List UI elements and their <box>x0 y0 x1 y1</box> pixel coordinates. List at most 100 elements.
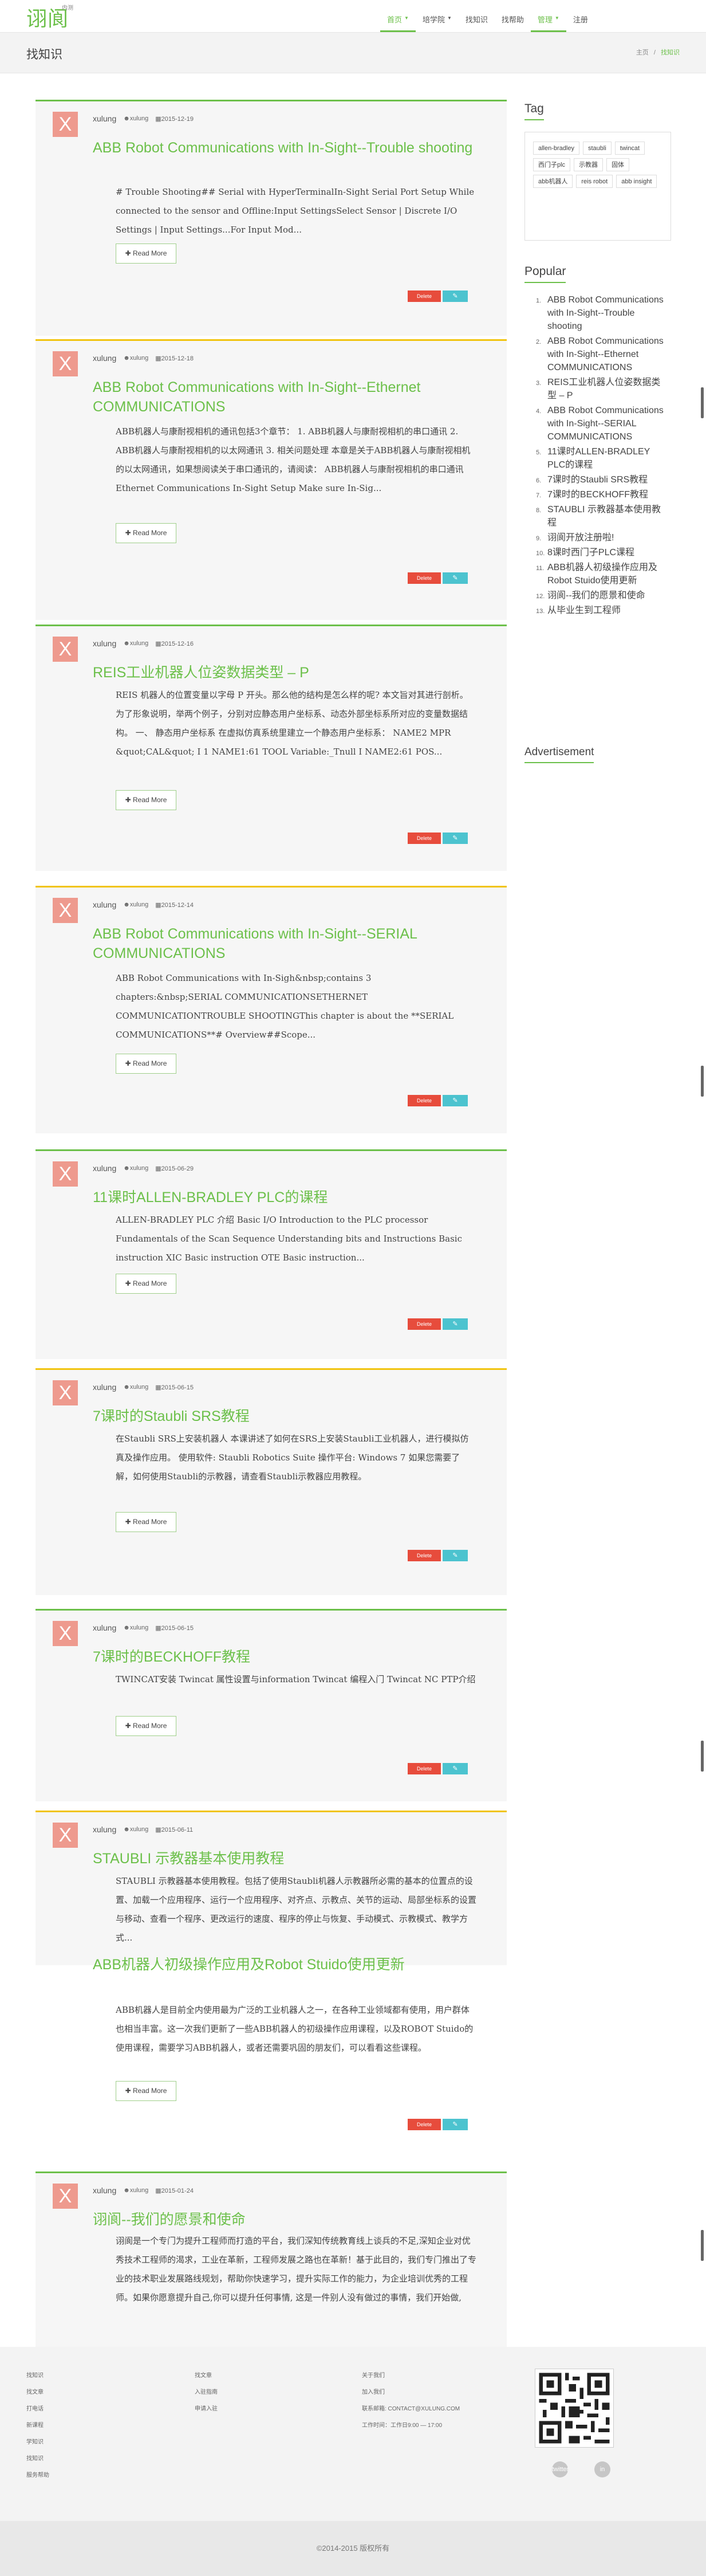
popular-item[interactable]: 9. 诩阆开放注册啦! <box>536 531 668 544</box>
popular-link[interactable]: 8课时西门子PLC课程 <box>547 548 634 557</box>
popular-link[interactable]: REIS工业机器人位姿数据类型 – P <box>547 378 660 400</box>
popular-item[interactable]: 2. ABB Robot Communications with In-Sight… <box>536 335 668 374</box>
author-avatar[interactable]: X <box>53 1380 78 1405</box>
nav-item[interactable]: 管理 ▼ <box>530 10 566 32</box>
delete-button[interactable]: Delete <box>408 833 441 844</box>
edit-button[interactable]: ✎ <box>443 1095 468 1106</box>
author-name[interactable]: xulung <box>93 2186 116 2195</box>
edit-button[interactable]: ✎ <box>443 2119 468 2130</box>
popular-item[interactable]: 12. 诩阆--我们的愿景和使命 <box>536 589 668 602</box>
delete-button[interactable]: Delete <box>408 1095 441 1106</box>
footer-link[interactable]: 加入我们 <box>362 2384 460 2401</box>
footer-link[interactable]: 找文章 <box>26 2384 49 2401</box>
author-avatar[interactable]: X <box>53 1621 78 1646</box>
post-title[interactable]: ABB Robot Communications with In-Sight--… <box>93 138 488 158</box>
footer-link[interactable]: 找文章 <box>195 2367 218 2384</box>
delete-button[interactable]: Delete <box>408 1318 441 1330</box>
post-title[interactable]: 7课时的BECKHOFF教程 <box>93 1647 488 1667</box>
footer-link[interactable]: 入驻指南 <box>195 2384 218 2401</box>
popular-link[interactable]: ABB Robot Communications with In-Sight--… <box>547 336 664 372</box>
tag-chip[interactable]: reis robot <box>576 175 613 188</box>
read-more-button[interactable]: ✚ Read More <box>116 2081 176 2101</box>
footer-link[interactable]: 找知识 <box>26 2451 49 2467</box>
tag-chip[interactable]: staubli <box>582 142 612 155</box>
popular-item[interactable]: 11. ABB机器人初级操作应用及Robot Stuido使用更新 <box>536 561 668 587</box>
post-title[interactable]: STAUBLI 示教器基本使用教程 <box>93 1849 488 1868</box>
breadcrumb-home[interactable]: 主页 <box>636 49 649 56</box>
author-tag[interactable]: ☻xulung <box>123 115 148 122</box>
author-tag[interactable]: ☻xulung <box>123 355 148 362</box>
tag-chip[interactable]: abb insight <box>616 175 657 188</box>
nav-item[interactable]: 找知识 <box>459 10 495 32</box>
edit-button[interactable]: ✎ <box>443 1318 468 1330</box>
author-name[interactable]: xulung <box>93 1383 116 1392</box>
popular-item[interactable]: 1. ABB Robot Communications with In-Sight… <box>536 293 668 333</box>
author-tag[interactable]: ☻xulung <box>123 1624 148 1631</box>
tag-chip[interactable]: 西门子plc <box>533 158 571 171</box>
post-title[interactable]: REIS工业机器人位姿数据类型 – P <box>93 663 488 682</box>
delete-button[interactable]: Delete <box>408 290 441 302</box>
popular-item[interactable]: 4. ABB Robot Communications with In-Sight… <box>536 404 668 443</box>
post-title[interactable]: 诩阆--我们的愿景和使命 <box>93 2210 488 2229</box>
delete-button[interactable]: Delete <box>408 1550 441 1561</box>
author-avatar[interactable]: X <box>53 351 78 376</box>
footer-link[interactable]: 关于我们 <box>362 2367 460 2384</box>
popular-link[interactable]: 7课时的BECKHOFF教程 <box>547 490 648 500</box>
author-avatar[interactable]: X <box>53 898 78 923</box>
author-avatar[interactable]: X <box>53 637 78 662</box>
author-tag[interactable]: ☻xulung <box>123 1165 148 1172</box>
author-name[interactable]: xulung <box>93 1164 116 1173</box>
delete-button[interactable]: Delete <box>408 572 441 584</box>
footer-link[interactable]: 新课程 <box>26 2417 49 2434</box>
popular-link[interactable]: ABB Robot Communications with In-Sight--… <box>547 295 664 331</box>
edit-button[interactable]: ✎ <box>443 833 468 844</box>
read-more-button[interactable]: ✚ Read More <box>116 1274 176 1294</box>
author-name[interactable]: xulung <box>93 900 116 909</box>
nav-item[interactable]: 找帮助 <box>495 10 531 32</box>
footer-link[interactable]: 找知识 <box>26 2367 49 2384</box>
popular-item[interactable]: 13. 从毕业生到工程师 <box>536 604 668 617</box>
delete-button[interactable]: Delete <box>408 1763 441 1774</box>
tag-chip[interactable]: abb机器人 <box>533 175 573 188</box>
delete-button[interactable]: Delete <box>408 2119 441 2130</box>
read-more-button[interactable]: ✚ Read More <box>116 790 176 810</box>
popular-link[interactable]: 11课时ALLEN-BRADLEY PLC的课程 <box>547 447 650 470</box>
tag-chip[interactable]: 固体 <box>606 158 630 171</box>
popular-link[interactable]: ABB Robot Communications with In-Sight--… <box>547 406 664 442</box>
read-more-button[interactable]: ✚ Read More <box>116 244 176 264</box>
footer-link[interactable]: 打电话 <box>26 2401 49 2417</box>
footer-link[interactable]: 学知识 <box>26 2434 49 2451</box>
author-name[interactable]: xulung <box>93 639 116 648</box>
author-name[interactable]: xulung <box>93 1623 116 1632</box>
nav-item[interactable]: 培学院 ▼ <box>416 10 459 32</box>
popular-item[interactable]: 5. 11课时ALLEN-BRADLEY PLC的课程 <box>536 445 668 472</box>
popular-link[interactable]: 诩阆开放注册啦! <box>547 533 614 543</box>
popular-item[interactable]: 3. REIS工业机器人位姿数据类型 – P <box>536 376 668 402</box>
read-more-button[interactable]: ✚ Read More <box>116 523 176 543</box>
read-more-button[interactable]: ✚ Read More <box>116 1512 176 1532</box>
read-more-button[interactable]: ✚ Read More <box>116 1716 176 1736</box>
author-tag[interactable]: ☻xulung <box>123 901 148 908</box>
author-name[interactable]: xulung <box>93 354 116 363</box>
author-tag[interactable]: ☻xulung <box>123 1826 148 1833</box>
post-title[interactable]: 11课时ALLEN-BRADLEY PLC的课程 <box>93 1188 488 1207</box>
author-tag[interactable]: ☻xulung <box>123 1384 148 1391</box>
tag-chip[interactable]: allen-bradley <box>533 142 579 155</box>
author-tag[interactable]: ☻xulung <box>123 2187 148 2194</box>
edit-button[interactable]: ✎ <box>443 1763 468 1774</box>
edit-button[interactable]: ✎ <box>443 1550 468 1561</box>
popular-item[interactable]: 6. 7课时的Staubli SRS教程 <box>536 473 668 486</box>
post-title[interactable]: ABB Robot Communications with In-Sight--… <box>93 378 488 417</box>
popular-link[interactable]: STAUBLI 示教器基本使用教程 <box>547 505 661 528</box>
post-title[interactable]: ABB机器人初级操作应用及Robot Stuido使用更新 <box>93 1955 488 1974</box>
linkedin-icon[interactable]: in <box>594 2461 610 2477</box>
popular-item[interactable]: 8. STAUBLI 示教器基本使用教程 <box>536 503 668 529</box>
author-avatar[interactable]: X <box>53 2184 78 2209</box>
popular-item[interactable]: 7. 7课时的BECKHOFF教程 <box>536 488 668 501</box>
twitter-icon[interactable]: twitter <box>552 2461 569 2477</box>
author-avatar[interactable]: X <box>53 112 78 137</box>
tag-chip[interactable]: twincat <box>614 142 645 155</box>
popular-link[interactable]: 从毕业生到工程师 <box>547 606 621 615</box>
nav-item[interactable]: 注册 <box>566 10 595 32</box>
popular-link[interactable]: 诩阆--我们的愿景和使命 <box>547 591 645 600</box>
